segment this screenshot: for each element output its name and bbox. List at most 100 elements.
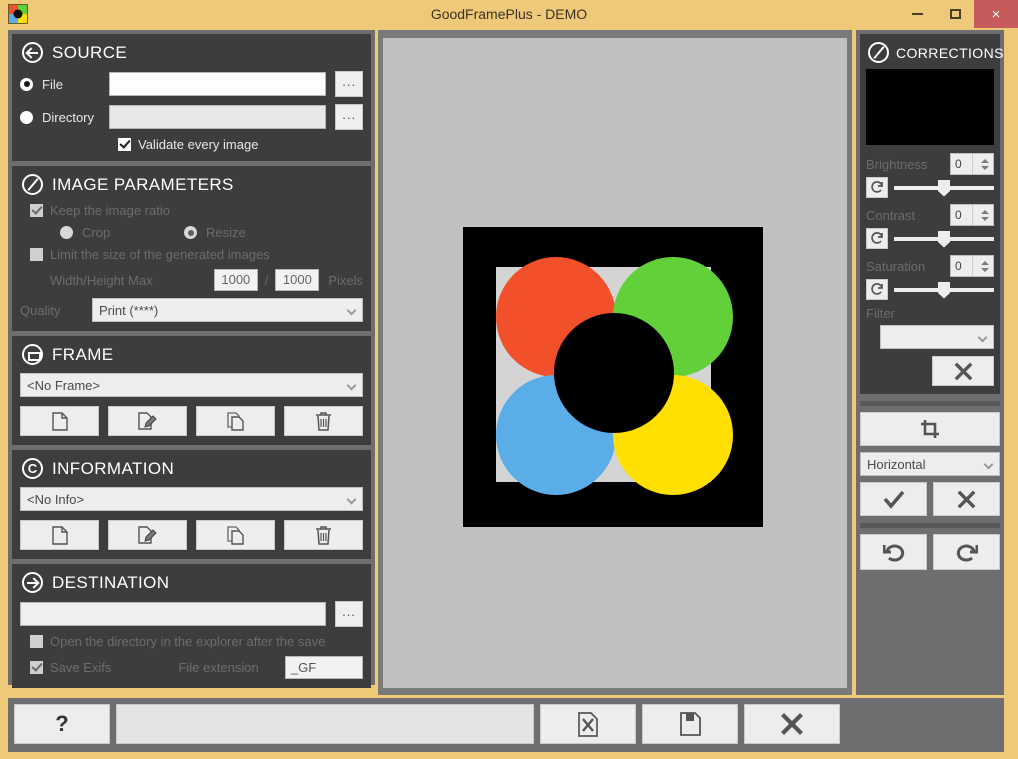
copy-frame-button[interactable] [196, 406, 275, 436]
redo-arrow-icon [956, 544, 978, 562]
image-parameters-title: IMAGE PARAMETERS [52, 174, 234, 194]
limit-size-label: Limit the size of the generated images [50, 247, 270, 262]
checkmark-icon [883, 490, 904, 509]
clear-filter-button[interactable] [932, 356, 994, 386]
corrections-title: CORRECTIONS [896, 44, 1004, 61]
information-title: INFORMATION [52, 458, 175, 478]
width-max-input[interactable]: 1000 [213, 269, 258, 291]
information-select[interactable]: <No Info> [20, 487, 363, 511]
corrections-thumbnail [866, 69, 994, 145]
orientation-value: Horizontal [867, 456, 926, 472]
filter-label: Filter [866, 306, 895, 321]
directory-label: Directory [42, 109, 95, 125]
cancel-crop-button[interactable] [933, 482, 1000, 516]
width-height-max-label: Width/Height Max [50, 272, 153, 288]
redo-button[interactable] [933, 534, 1000, 570]
destination-title: DESTINATION [52, 572, 170, 592]
limit-size-row: Limit the size of the generated images [30, 247, 363, 262]
delete-info-button[interactable] [284, 520, 363, 550]
validate-every-image-checkbox[interactable] [118, 138, 131, 151]
saturation-reset-button[interactable] [866, 279, 888, 300]
file-extension-input[interactable]: _GF [284, 656, 363, 679]
image-parameters-header: IMAGE PARAMETERS [22, 174, 363, 195]
orientation-select[interactable]: Horizontal [860, 452, 1000, 476]
saturation-stepper[interactable]: 0 [950, 255, 994, 277]
save-exifs-checkbox[interactable] [30, 661, 43, 674]
destination-path-input[interactable] [20, 602, 326, 626]
close-app-button[interactable] [744, 704, 840, 744]
destination-path-row: ... [20, 601, 363, 627]
saturation-slider[interactable] [894, 281, 994, 299]
destination-browse-button[interactable]: ... [335, 601, 363, 627]
open-explorer-label: Open the directory in the explorer after… [50, 634, 326, 649]
new-frame-button[interactable] [20, 406, 99, 436]
frame-header: FRAME [22, 344, 363, 365]
corrections-section: CORRECTIONS Brightness 0 Contrast 0 Satu… [860, 34, 1003, 394]
copy-icon [227, 525, 244, 545]
minimize-button[interactable] [898, 0, 936, 28]
file-radio[interactable] [20, 77, 33, 91]
process-button[interactable] [540, 704, 636, 744]
help-button[interactable]: ? [14, 704, 110, 744]
brightness-spin[interactable] [971, 154, 994, 174]
keep-image-ratio-label: Keep the image ratio [50, 203, 170, 218]
directory-browse-button[interactable]: ... [335, 104, 363, 130]
refresh-icon [870, 283, 883, 295]
directory-radio[interactable] [20, 110, 33, 124]
contrast-slider[interactable] [894, 230, 994, 248]
chevron-down-icon [983, 459, 994, 470]
corrections-header: CORRECTIONS [868, 42, 1003, 63]
directory-path-input[interactable] [109, 105, 327, 129]
crop-tool-button[interactable] [860, 412, 1000, 446]
edit-info-button[interactable] [108, 520, 187, 550]
save-button[interactable] [642, 704, 738, 744]
resize-label: Resize [206, 225, 246, 240]
source-file-row: File ... [20, 71, 363, 97]
apply-crop-button[interactable] [860, 482, 927, 516]
frame-selected-value: <No Frame> [27, 377, 100, 393]
copyright-circle-icon: C [22, 458, 43, 479]
limit-size-checkbox[interactable] [30, 248, 43, 261]
contrast-spin[interactable] [971, 205, 994, 225]
progress-bar [116, 704, 534, 744]
window-controls: × [898, 0, 1018, 28]
corrections-divider-bottom [860, 523, 1000, 528]
maximize-button[interactable] [936, 0, 974, 28]
arrow-left-circle-icon [22, 42, 43, 63]
minimize-icon [911, 13, 923, 15]
brightness-slider[interactable] [894, 179, 994, 197]
quality-select[interactable]: Print (****) [92, 298, 363, 322]
contrast-stepper[interactable]: 0 [950, 204, 994, 226]
contrast-slider-thumb [938, 230, 950, 248]
contrast-reset-button[interactable] [866, 228, 888, 249]
brightness-reset-button[interactable] [866, 177, 888, 198]
close-button[interactable]: × [974, 0, 1018, 28]
undo-button[interactable] [860, 534, 927, 570]
brightness-stepper[interactable]: 0 [950, 153, 994, 175]
edit-frame-button[interactable] [108, 406, 187, 436]
keep-image-ratio-checkbox[interactable] [30, 204, 43, 217]
frame-section: FRAME <No Frame> [12, 336, 371, 445]
chevron-down-icon [977, 332, 988, 343]
clear-filter-row [866, 356, 994, 386]
image-preview[interactable] [463, 227, 763, 527]
slash-circle-icon [868, 42, 889, 63]
delete-frame-button[interactable] [284, 406, 363, 436]
saturation-spin[interactable] [971, 256, 994, 276]
crop-actions [860, 482, 1000, 516]
resize-radio[interactable] [184, 226, 197, 239]
file-extension-label: File extension [178, 660, 259, 675]
bottom-toolbar: ? [8, 698, 1004, 752]
open-explorer-checkbox[interactable] [30, 635, 43, 648]
new-info-button[interactable] [20, 520, 99, 550]
filter-select[interactable] [880, 325, 994, 349]
crop-radio[interactable] [60, 226, 73, 239]
information-section: C INFORMATION <No Info> [12, 450, 371, 559]
frame-select[interactable]: <No Frame> [20, 373, 363, 397]
validate-row: Validate every image [118, 137, 363, 152]
height-max-input[interactable]: 1000 [275, 269, 320, 291]
file-path-input[interactable] [109, 72, 327, 96]
file-browse-button[interactable]: ... [335, 71, 363, 97]
save-exifs-label: Save Exifs [50, 660, 112, 675]
copy-info-button[interactable] [196, 520, 275, 550]
